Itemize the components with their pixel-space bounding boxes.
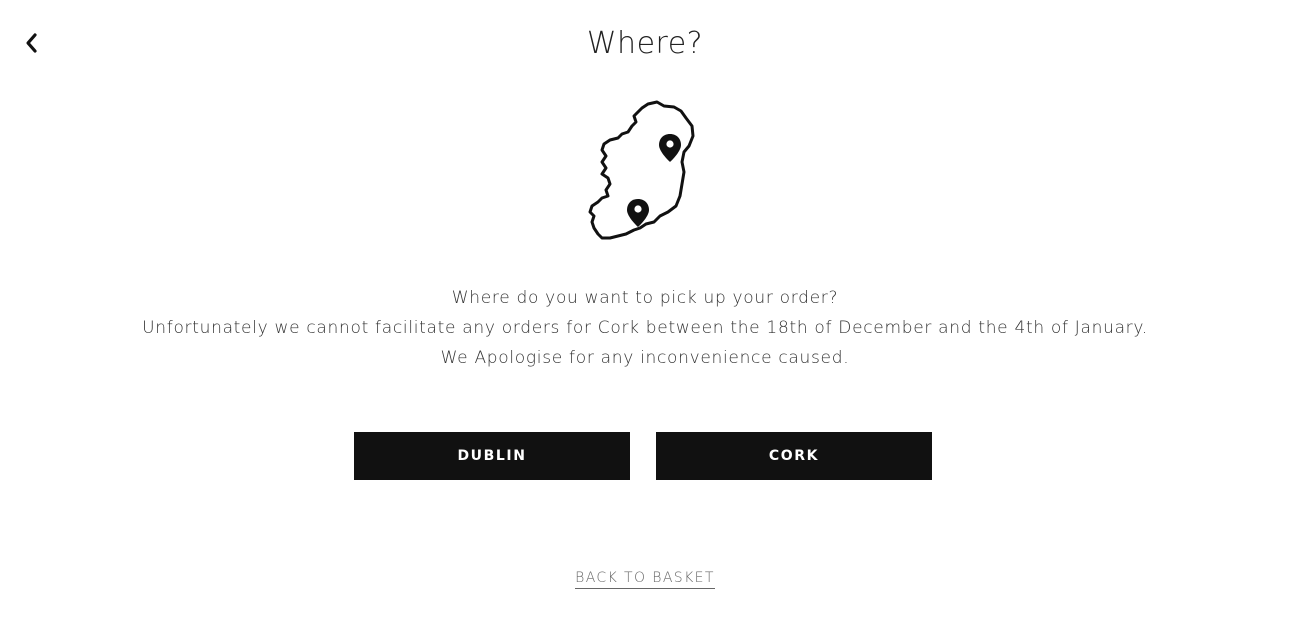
dublin-button[interactable]: DUBLIN bbox=[354, 432, 630, 480]
pickup-question: Where do you want to pick up your order? bbox=[451, 288, 839, 308]
ireland-map-icon bbox=[584, 98, 700, 244]
back-to-basket-container: BACK TO BASKET bbox=[0, 567, 1290, 589]
cork-notice: Unfortunately we cannot facilitate any o… bbox=[142, 318, 1148, 338]
apology-text: We Apologise for any inconvenience cause… bbox=[440, 348, 850, 368]
pickup-message: Where do you want to pick up your order?… bbox=[0, 283, 1290, 373]
page-title: Where? bbox=[586, 26, 704, 61]
map-pin-icon bbox=[659, 134, 681, 162]
cork-button[interactable]: CORK bbox=[656, 432, 932, 480]
back-to-basket-link[interactable]: BACK TO BASKET bbox=[575, 570, 715, 589]
